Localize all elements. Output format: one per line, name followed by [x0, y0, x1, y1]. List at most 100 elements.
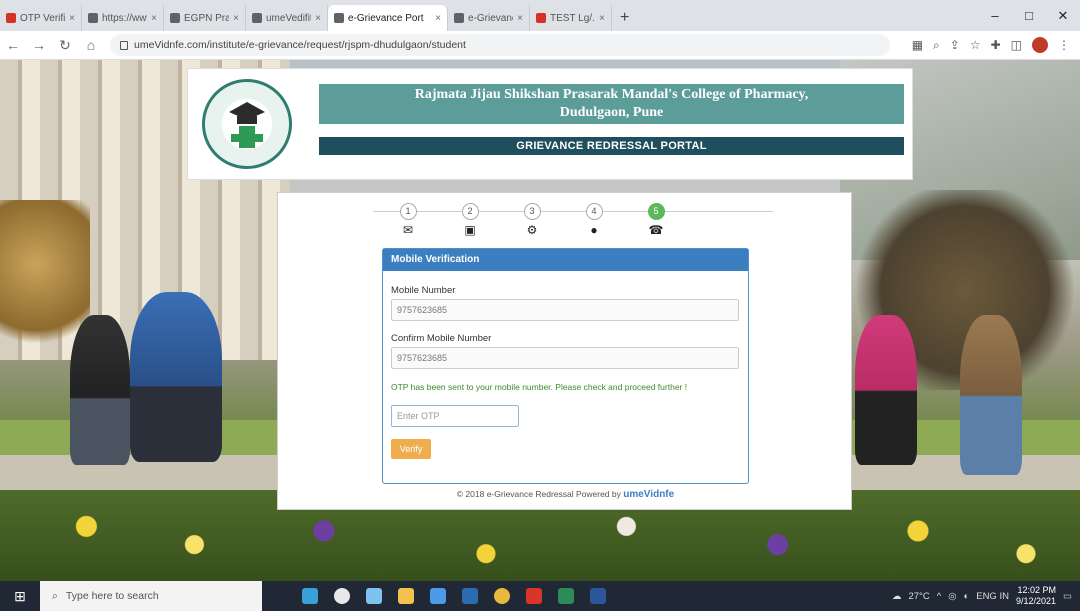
language-indicator[interactable]: ENG IN: [976, 591, 1009, 602]
task-view-icon[interactable]: [302, 588, 318, 604]
tab-close-icon[interactable]: ×: [435, 13, 441, 24]
tab-label: https://www.w...: [102, 12, 147, 24]
browser-tab[interactable]: TEST Lg/... ×: [530, 5, 612, 31]
notification-icon[interactable]: ▭: [1063, 591, 1072, 602]
lock-icon: [120, 40, 128, 50]
acrobat-icon[interactable]: [526, 588, 542, 604]
tab-favicon-icon: [88, 13, 98, 23]
windows-start-icon[interactable]: ⊞: [0, 581, 40, 611]
college-logo: [202, 79, 292, 169]
background-person: [960, 315, 1022, 475]
comment-icon: ●: [590, 223, 598, 237]
forward-icon[interactable]: →: [26, 37, 52, 53]
college-emblem-icon: [229, 102, 265, 148]
college-name-line1: Rajmata Jijau Shikshan Prasarak Mandal's…: [414, 87, 809, 102]
tab-favicon-icon: [454, 13, 464, 23]
tab-close-icon[interactable]: ×: [517, 13, 523, 24]
url-text: umeVidnfe.com/institute/e-grievance/requ…: [134, 39, 466, 51]
maximize-icon[interactable]: □: [1012, 8, 1046, 23]
tab-close-icon[interactable]: ×: [315, 13, 321, 24]
tab-label: TEST Lg/...: [550, 12, 595, 24]
tab-favicon-icon: [6, 13, 16, 23]
browser-tab[interactable]: umeVedifit Upmi×: [246, 5, 328, 31]
search-icon: ⌕: [52, 589, 58, 602]
tab-favicon-icon: [252, 13, 262, 23]
tab-favicon-icon: [170, 13, 180, 23]
id-card-icon: ▣: [464, 223, 476, 237]
star-icon[interactable]: ☆: [970, 38, 981, 52]
menu-icon[interactable]: ⋮: [1058, 38, 1070, 52]
extension-icon[interactable]: ▦: [912, 38, 923, 52]
step-2: 2 ▣: [455, 203, 485, 237]
mail-icon[interactable]: [462, 588, 478, 604]
file-explorer-icon[interactable]: [398, 588, 414, 604]
tab-label: umeVedifit Upmi: [266, 12, 312, 24]
home-icon[interactable]: ⌂: [78, 37, 104, 53]
tab-favicon-icon: [536, 13, 546, 23]
background-person: [70, 315, 130, 465]
minimize-icon[interactable]: –: [978, 8, 1012, 23]
close-window-icon[interactable]: ✕: [1046, 8, 1080, 24]
excel-icon[interactable]: [558, 588, 574, 604]
portal-header: Rajmata Jijau Shikshan Prasarak Mandal's…: [187, 68, 913, 180]
page-viewport: Rajmata Jijau Shikshan Prasarak Mandal's…: [0, 60, 1080, 581]
sidebar-icon[interactable]: ◫: [1011, 38, 1022, 52]
tab-close-icon[interactable]: ×: [69, 13, 75, 24]
weather-temp[interactable]: 27°C: [908, 591, 929, 602]
back-icon[interactable]: ←: [0, 37, 26, 53]
background-person: [130, 292, 222, 462]
url-field[interactable]: umeVidnfe.com/institute/e-grievance/requ…: [110, 34, 890, 56]
footer-brand[interactable]: umeVidnfe: [623, 489, 674, 500]
portal-title: GRIEVANCE REDRESSAL PORTAL: [319, 137, 904, 155]
browser-tab[interactable]: e-Grievance Port ×: [328, 5, 448, 31]
progress-steps: 1 ✉ 2 ▣ 3 ⚙ 4 ● 5 ☎: [373, 203, 773, 239]
tab-close-icon[interactable]: ×: [233, 13, 239, 24]
verification-card: 1 ✉ 2 ▣ 3 ⚙ 4 ● 5 ☎ Mobile Verification Mobile Nu…: [277, 192, 852, 510]
mobile-number-field[interactable]: 9757623685: [391, 299, 739, 321]
confirm-mobile-field[interactable]: 9757623685: [391, 347, 739, 369]
step-4: 4 ●: [579, 203, 609, 237]
confirm-mobile-label: Confirm Mobile Number: [391, 333, 492, 344]
profile-avatar[interactable]: [1032, 37, 1048, 53]
weather-icon[interactable]: ☁: [892, 591, 902, 602]
tray-chevron-icon[interactable]: ^: [937, 591, 941, 602]
panel-title: Mobile Verification: [383, 249, 748, 271]
volume-icon[interactable]: ◐: [963, 591, 969, 602]
windows-taskbar: ⊞ ⌕ Type here to search ☁ 27°C ^ ◎ ◐ ENG…: [0, 581, 1080, 611]
reload-icon[interactable]: ↻: [52, 37, 78, 54]
store-icon[interactable]: [430, 588, 446, 604]
college-name: Rajmata Jijau Shikshan Prasarak Mandal's…: [319, 84, 904, 124]
edge-icon[interactable]: [366, 588, 382, 604]
network-icon[interactable]: ◎: [948, 591, 956, 602]
phone-icon: ☎: [648, 223, 664, 237]
taskbar-search-text: Type here to search: [65, 590, 159, 602]
mobile-label: Mobile Number: [391, 285, 456, 296]
taskbar-search[interactable]: ⌕ Type here to search: [40, 581, 262, 611]
browser-address-bar: ← → ↻ ⌂ umeVidnfe.com/institute/e-grieva…: [0, 31, 1080, 60]
browser-tab[interactable]: EGPN Prakhar... ×: [164, 5, 246, 31]
step-number: 3: [523, 203, 541, 220]
tab-close-icon[interactable]: ×: [151, 13, 157, 24]
otp-input[interactable]: Enter OTP: [391, 405, 519, 427]
step-5: 5 ☎: [641, 203, 671, 237]
step-number: 1: [399, 203, 417, 220]
chrome-icon[interactable]: [494, 588, 510, 604]
new-tab-icon[interactable]: +: [612, 5, 637, 31]
step-number: 2: [461, 203, 479, 220]
zoom-icon[interactable]: ⌕: [933, 38, 940, 53]
cortana-icon[interactable]: [334, 588, 350, 604]
browser-tab[interactable]: OTP Verificati...×: [0, 5, 82, 31]
gears-icon: ⚙: [526, 223, 538, 237]
word-icon[interactable]: [590, 588, 606, 604]
share-icon[interactable]: ⇪: [950, 38, 960, 52]
tab-close-icon[interactable]: ×: [599, 13, 605, 24]
envelope-icon: ✉: [402, 223, 414, 237]
mobile-verification-panel: Mobile Verification Mobile Number 975762…: [382, 248, 749, 484]
puzzle-icon[interactable]: ✚: [991, 38, 1001, 52]
browser-tab[interactable]: e-Grievance Re... ×: [448, 5, 530, 31]
step-1: 1 ✉: [393, 203, 423, 237]
clock-time: 12:02 PM: [1017, 585, 1057, 595]
browser-tab[interactable]: https://www.w... ×: [82, 5, 164, 31]
clock[interactable]: 12:02 PM 9/12/2021: [1016, 585, 1056, 607]
verify-button[interactable]: Verify: [391, 439, 431, 459]
